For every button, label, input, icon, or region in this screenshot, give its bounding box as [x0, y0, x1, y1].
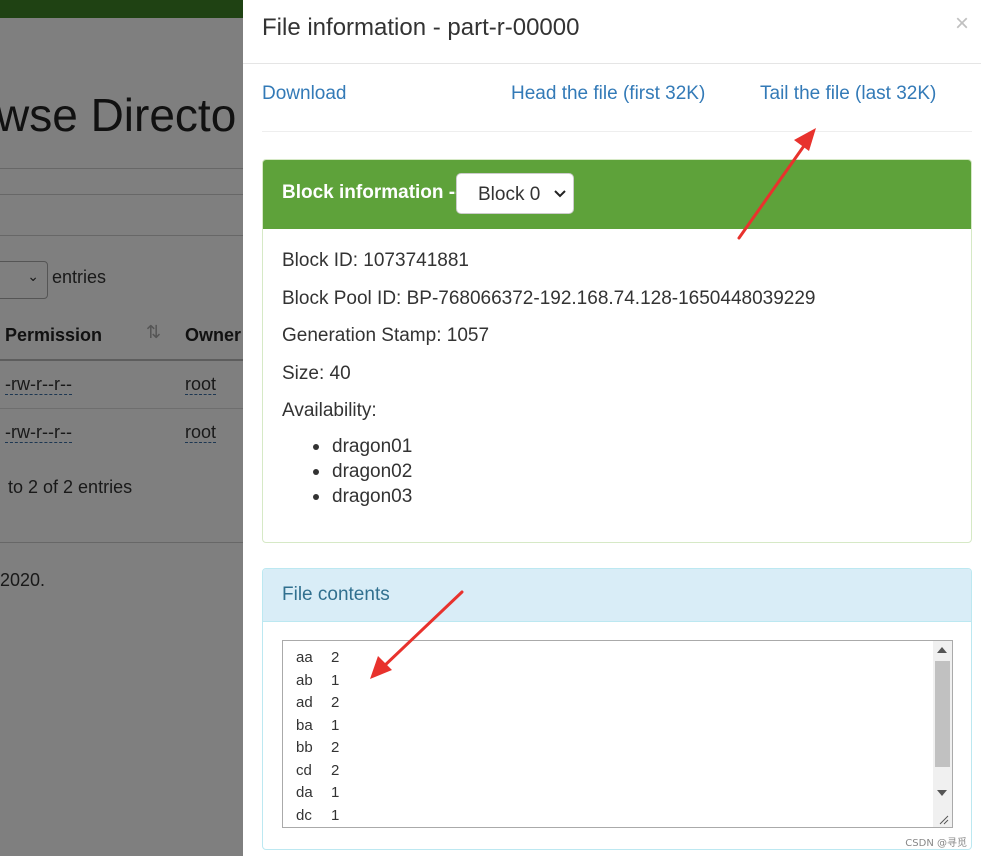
watermark: CSDN @寻觅 — [905, 838, 967, 849]
arrow-to-tail-link — [737, 128, 816, 240]
annotation-arrows — [370, 128, 816, 679]
arrow-to-file-contents — [370, 590, 464, 679]
